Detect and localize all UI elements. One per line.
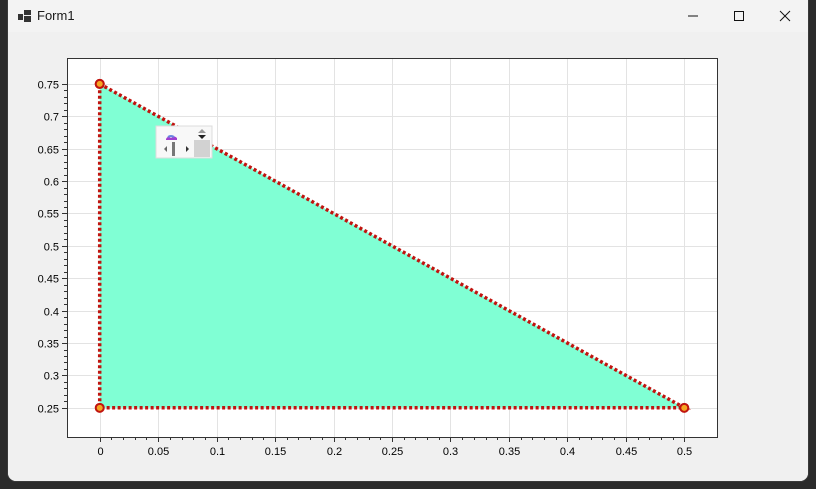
minimize-button[interactable] (670, 0, 716, 32)
data-point-marker[interactable] (94, 78, 105, 89)
y-tick-label: 0.7 (44, 112, 59, 124)
y-tick-label: 0.4 (44, 307, 59, 319)
y-tick-label: 0.35 (38, 339, 59, 351)
maximize-button[interactable] (716, 0, 762, 32)
chart[interactable]: 0 0.05 0.1 0.15 0.2 0.25 0.3 0.35 0.4 0.45 0.5 0.25… (8, 32, 808, 481)
y-tick-label: 0.65 (38, 145, 59, 157)
pan-zoom-widget[interactable] (155, 125, 213, 159)
x-tick-label: 0.45 (616, 446, 637, 458)
maximize-icon (734, 11, 744, 21)
minimize-icon (688, 15, 698, 17)
app-form-icon (18, 10, 31, 22)
x-tick-label: 0.1 (210, 446, 225, 458)
y-tick-label: 0.75 (38, 80, 59, 92)
data-point-marker[interactable] (94, 402, 105, 413)
y-tick-label: 0.55 (38, 209, 59, 221)
y-tick-label: 0.3 (44, 371, 59, 383)
x-tick-label: 0.3 (443, 446, 458, 458)
close-button[interactable] (762, 0, 808, 32)
form-window: Form1 0 0.05 0.1 0.15 0.2 0.25 0.3 0.35 0.4 0.45 0… (8, 0, 808, 481)
data-point-marker[interactable] (679, 402, 690, 413)
x-tick-label: 0.15 (265, 446, 286, 458)
close-icon (779, 10, 791, 22)
y-tick-label: 0.25 (38, 404, 59, 416)
x-tick-label: 0.4 (560, 446, 575, 458)
x-tick-label: 0.05 (148, 446, 169, 458)
window-title: Form1 (37, 8, 75, 23)
x-tick-label: 0.2 (327, 446, 342, 458)
title-bar[interactable]: Form1 (8, 0, 808, 32)
x-tick-label: 0.5 (677, 446, 692, 458)
y-tick-label: 0.45 (38, 274, 59, 286)
form-client-area: 0 0.05 0.1 0.15 0.2 0.25 0.3 0.35 0.4 0.45 0.5 0.25… (8, 32, 808, 481)
x-tick-label: 0.35 (499, 446, 520, 458)
y-tick-label: 0.5 (44, 242, 59, 254)
y-tick-label: 0.6 (44, 177, 59, 189)
x-tick-label: 0.25 (382, 446, 403, 458)
x-tick-label: 0 (97, 446, 103, 458)
